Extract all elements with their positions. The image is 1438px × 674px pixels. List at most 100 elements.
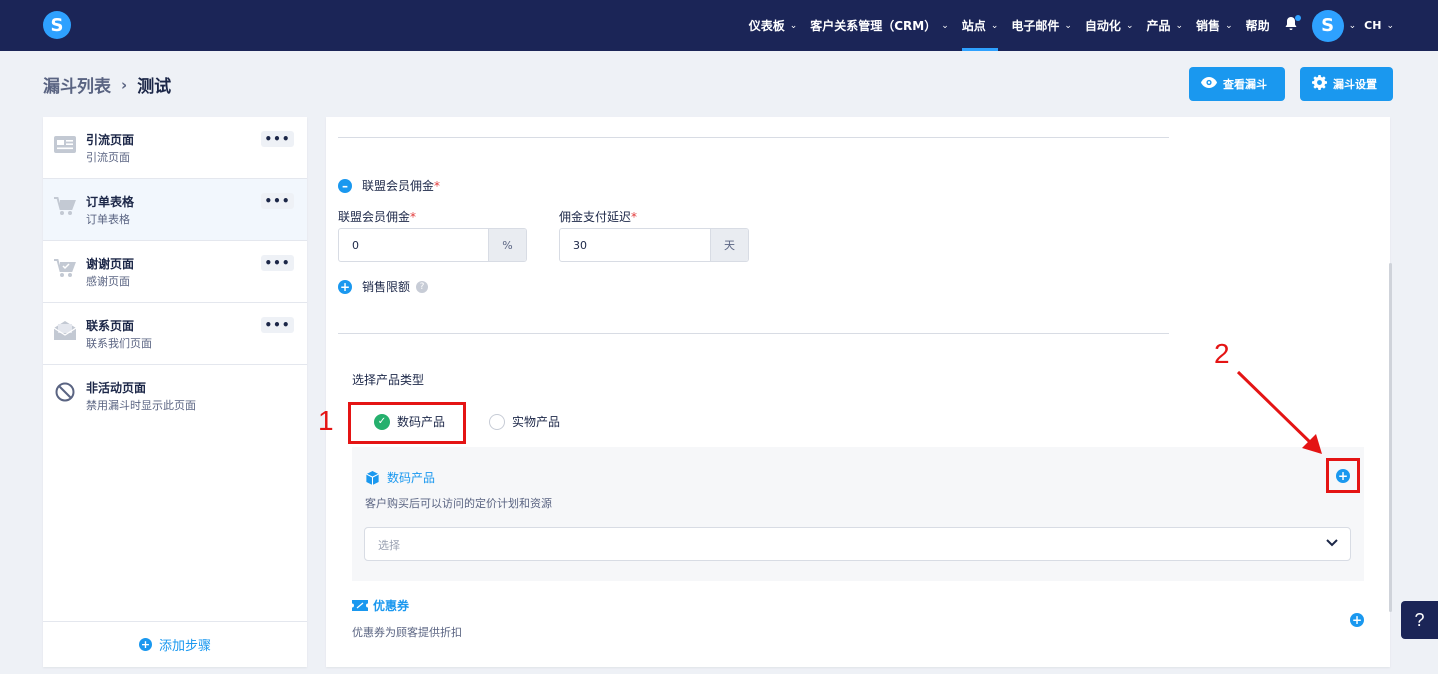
affiliate-commission-toggle[interactable]: – 联盟会员佣金 * (338, 177, 440, 194)
nav-label: 销售 (1196, 19, 1221, 33)
step-subtitle: 感谢页面 (86, 275, 130, 288)
more-options-button[interactable]: ••• (261, 193, 294, 209)
annotation-arrow (1236, 370, 1322, 454)
payout-delay-input[interactable]: 30 (560, 229, 710, 261)
main-nav: 仪表板 ⌄ 客户关系管理（CRM） ⌄ 站点 ⌄ 电子邮件 ⌄ 自动化 ⌄ 产品 ⌄ 销售 ⌄… (736, 0, 1394, 51)
divider (338, 333, 1169, 334)
app-logo[interactable]: S (43, 11, 71, 39)
bell-icon[interactable] (1284, 15, 1301, 35)
nav-email[interactable]: 电子邮件 ⌄ (1011, 0, 1072, 51)
page-title: 测试 (137, 77, 172, 97)
step-landing-page[interactable]: 引流页面 引流页面 ••• (43, 117, 307, 179)
step-subtitle: 联系我们页面 (86, 337, 152, 350)
more-options-button[interactable]: ••• (261, 317, 294, 333)
required-marker: * (410, 210, 417, 224)
funnel-steps-sidebar: 引流页面 引流页面 ••• 订单表格 订单表格 ••• 谢谢页面 感谢页面 ••… (43, 117, 307, 667)
add-coupon-button[interactable]: + (1350, 613, 1364, 627)
top-navbar: S 仪表板 ⌄ 客户关系管理（CRM） ⌄ 站点 ⌄ 电子邮件 ⌄ 自动化 ⌄ 产品 ⌄ 销… (0, 0, 1438, 51)
more-options-button[interactable]: ••• (261, 131, 294, 147)
view-funnel-button[interactable]: 查看漏斗 (1189, 67, 1285, 101)
field-label-text: 佣金支付延迟 (559, 210, 632, 224)
cube-icon (366, 470, 379, 485)
nav-sites[interactable]: 站点 ⌄ (961, 0, 999, 51)
digital-product-description: 客户购买后可以访问的定价计划和资源 (365, 497, 552, 510)
help-button[interactable]: ? (1401, 601, 1438, 639)
days-addon: 天 (710, 229, 748, 261)
payout-delay-label: 佣金支付延迟* (559, 208, 637, 225)
step-title: 订单表格 (86, 195, 135, 209)
ticket-icon (352, 600, 368, 611)
nav-label: 站点 (961, 19, 986, 33)
section-title-text: 数码产品 (387, 471, 436, 485)
scrollbar[interactable] (1389, 263, 1392, 612)
chevron-down-icon: ⌄ (990, 20, 999, 31)
step-settings-panel: – 联盟会员佣金 * 联盟会员佣金* 0 % 佣金支付延迟* 30 天 + 销售限… (326, 117, 1390, 667)
breadcrumb-funnel-list[interactable]: 漏斗列表 (43, 72, 111, 97)
disabled-icon (54, 382, 76, 402)
annotation-label-1: 1 (318, 405, 334, 436)
affiliate-commission-label: 联盟会员佣金* (338, 208, 416, 225)
chevron-down-icon[interactable]: ⌄ (1349, 21, 1357, 31)
chevron-down-icon: ⌄ (1125, 20, 1134, 31)
digital-product-section: 数码产品 客户购买后可以访问的定价计划和资源 选择 + (352, 447, 1364, 581)
chevron-down-icon: ⌄ (1225, 20, 1233, 31)
cart-icon (54, 196, 76, 216)
step-inactive-page[interactable]: 非活动页面 禁用漏斗时显示此页面 (43, 365, 307, 427)
affiliate-toggle-label: 联盟会员佣金 (362, 179, 435, 193)
plus-circle-icon: + (338, 279, 352, 294)
step-title: 非活动页面 (86, 381, 147, 395)
more-options-button[interactable]: ••• (261, 255, 294, 271)
step-thank-you-page[interactable]: 谢谢页面 感谢页面 ••• (43, 241, 307, 303)
price-plan-select[interactable]: 选择 (364, 527, 1351, 561)
chevron-down-icon: ⌄ (789, 20, 798, 31)
cart-check-icon (54, 258, 76, 278)
step-subtitle: 订单表格 (86, 213, 130, 226)
view-funnel-label: 查看漏斗 (1223, 78, 1267, 91)
add-step-button[interactable]: + 添加步骤 (43, 621, 307, 667)
funnel-settings-button[interactable]: 漏斗设置 (1300, 67, 1393, 101)
step-contact-page[interactable]: 联系页面 联系我们页面 ••• (43, 303, 307, 365)
chevron-down-icon: ⌄ (1175, 20, 1184, 31)
minus-circle-icon: – (338, 178, 352, 193)
nav-help[interactable]: 帮助 (1246, 0, 1270, 51)
field-label-text: 联盟会员佣金 (338, 210, 411, 224)
coupon-title: 优惠券 (352, 597, 409, 614)
page-icon (54, 134, 76, 154)
nav-dashboard[interactable]: 仪表板 ⌄ (749, 0, 798, 51)
annotation-box-2 (1326, 458, 1360, 493)
step-order-form[interactable]: 订单表格 订单表格 ••• (43, 179, 307, 241)
language-switcher[interactable]: CH ⌄ (1364, 19, 1394, 32)
radio-circle-icon (489, 413, 505, 430)
help-icon[interactable]: ? (416, 280, 429, 293)
payout-delay-field[interactable]: 30 天 (559, 228, 749, 262)
product-type-label: 选择产品类型 (352, 373, 425, 387)
avatar[interactable]: S (1311, 9, 1344, 42)
sales-limit-toggle[interactable]: + 销售限额 ? (338, 278, 429, 295)
notification-dot (1294, 15, 1301, 21)
digital-product-title: 数码产品 (365, 469, 435, 486)
required-marker: * (434, 178, 441, 193)
percent-addon: % (488, 229, 526, 261)
funnel-settings-label: 漏斗设置 (1333, 78, 1377, 91)
chevron-right-icon: › (121, 75, 128, 94)
chevron-down-icon: ⌄ (1064, 20, 1072, 31)
affiliate-commission-field[interactable]: 0 % (338, 228, 527, 262)
step-title: 谢谢页面 (86, 257, 135, 271)
affiliate-commission-input[interactable]: 0 (339, 229, 488, 261)
coupon-title-text: 优惠券 (373, 599, 410, 613)
divider (338, 137, 1169, 138)
nav-automation[interactable]: 自动化 ⌄ (1085, 0, 1134, 51)
select-placeholder: 选择 (378, 539, 400, 552)
chevron-down-icon: ⌄ (941, 20, 949, 31)
nav-products[interactable]: 产品 ⌄ (1146, 0, 1183, 51)
nav-label: 自动化 (1084, 19, 1121, 33)
nav-crm[interactable]: 客户关系管理（CRM） ⌄ (810, 0, 949, 51)
product-type-physical-radio[interactable]: 实物产品 (489, 413, 560, 430)
chevron-down-icon (1326, 535, 1338, 551)
nav-label: 电子邮件 (1011, 19, 1060, 33)
annotation-box-1 (348, 402, 466, 444)
annotation-label-2: 2 (1214, 338, 1230, 369)
sales-limit-label: 销售限额 (362, 280, 411, 294)
step-title: 引流页面 (86, 133, 135, 147)
nav-sales[interactable]: 销售 ⌄ (1196, 0, 1233, 51)
